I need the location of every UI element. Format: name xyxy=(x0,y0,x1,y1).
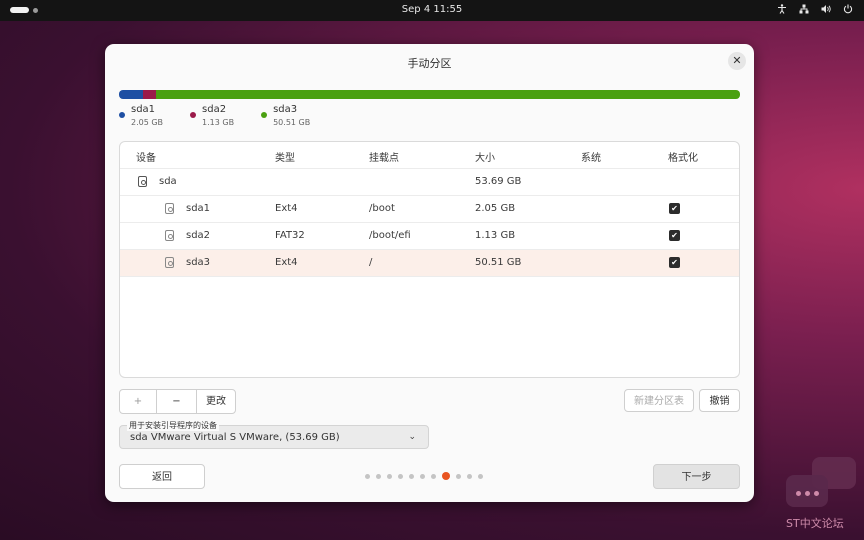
legend-swatch-sda3 xyxy=(261,112,268,118)
watermark-dot xyxy=(796,491,801,496)
legend-item-sda1: sda1 2.05 GB xyxy=(119,104,163,128)
page-dot xyxy=(398,473,403,479)
clock[interactable]: Sep 4 11:55 xyxy=(0,4,864,15)
top-bar: Sep 4 11:55 xyxy=(0,0,864,21)
row-mount: / xyxy=(369,257,373,268)
table-row-disk[interactable]: sda 53.69 GB xyxy=(120,169,739,196)
format-checkbox[interactable]: ✔ xyxy=(669,203,680,214)
page-dot xyxy=(431,473,436,479)
legend-item-sda3: sda3 50.51 GB xyxy=(261,104,310,128)
legend-size: 1.13 GB xyxy=(202,118,235,127)
volume-icon[interactable] xyxy=(820,4,832,17)
page-dot xyxy=(376,473,381,479)
legend-name: sda1 xyxy=(131,104,156,115)
partition-icon xyxy=(165,203,174,214)
disk-icon xyxy=(138,176,147,187)
dialog-title: 手动分区 xyxy=(407,57,452,70)
row-type: Ext4 xyxy=(275,257,298,268)
chevron-down-icon: ⌄ xyxy=(408,432,416,442)
next-button[interactable]: 下一步 xyxy=(653,464,740,489)
column-format: 格式化 xyxy=(668,153,698,164)
row-size: 1.13 GB xyxy=(475,230,516,241)
revert-button[interactable]: 撤销 xyxy=(699,389,740,412)
add-partition-button[interactable]: + xyxy=(120,390,157,413)
watermark-dot xyxy=(814,491,819,496)
row-device: sda xyxy=(159,176,177,187)
disk-usage-bar xyxy=(119,90,740,99)
row-size: 2.05 GB xyxy=(475,203,516,214)
partition-toolbar: + − 更改 xyxy=(119,389,236,414)
legend-size: 2.05 GB xyxy=(131,118,164,127)
new-partition-table-button[interactable]: 新建分区表 xyxy=(624,389,694,412)
legend-swatch-sda1 xyxy=(119,112,125,118)
remove-partition-button[interactable]: − xyxy=(157,390,197,413)
close-icon: ✕ xyxy=(732,54,742,67)
power-icon[interactable] xyxy=(842,4,854,17)
column-device: 设备 xyxy=(136,153,156,164)
back-button[interactable]: 返回 xyxy=(119,464,205,489)
column-size: 大小 xyxy=(475,153,495,164)
page-dot xyxy=(456,473,461,479)
row-mount: /boot xyxy=(369,203,395,214)
legend-name: sda3 xyxy=(273,104,298,115)
watermark-text: ST中文论坛 xyxy=(786,517,844,530)
column-mount: 挂载点 xyxy=(369,153,399,164)
usage-segment-sda1 xyxy=(119,90,143,99)
page-dot-current xyxy=(442,472,450,480)
manual-partition-dialog: 手动分区 ✕ sda1 2.05 GB sda2 1.13 GB sda3 50… xyxy=(105,44,754,502)
table-row[interactable]: sda1 Ext4 /boot 2.05 GB ✔ xyxy=(120,196,739,223)
close-button[interactable]: ✕ xyxy=(728,52,746,70)
page-dot xyxy=(387,473,392,479)
table-row-selected[interactable]: sda3 Ext4 / 50.51 GB ✔ xyxy=(120,250,739,277)
accessibility-icon[interactable] xyxy=(776,4,788,17)
change-partition-button[interactable]: 更改 xyxy=(197,390,235,413)
page-dot xyxy=(365,473,370,479)
bootloader-device-select[interactable]: 用于安装引导程序的设备 sda VMware Virtual S VMware,… xyxy=(119,421,429,449)
table-header: 设备 类型 挂载点 大小 系统 格式化 xyxy=(120,142,739,169)
partition-icon xyxy=(165,230,174,241)
row-size: 50.51 GB xyxy=(475,257,522,268)
bootloader-label: 用于安装引导程序的设备 xyxy=(127,421,219,431)
row-mount: /boot/efi xyxy=(369,230,411,241)
partition-icon xyxy=(165,257,174,268)
usage-segment-sda3 xyxy=(155,90,740,99)
system-tray[interactable] xyxy=(776,4,854,17)
usage-legend: sda1 2.05 GB sda2 1.13 GB sda3 50.51 GB xyxy=(119,104,337,128)
row-device: sda2 xyxy=(186,230,211,241)
row-device: sda3 xyxy=(186,257,211,268)
row-type: Ext4 xyxy=(275,203,298,214)
row-device: sda1 xyxy=(186,203,211,214)
forum-watermark: ST中文论坛 xyxy=(784,455,860,535)
bootloader-value: sda VMware Virtual S VMware, (53.69 GB) xyxy=(130,432,340,443)
legend-swatch-sda2 xyxy=(190,112,197,118)
row-type: FAT32 xyxy=(275,230,305,241)
legend-name: sda2 xyxy=(202,104,227,115)
column-system: 系统 xyxy=(581,153,601,164)
network-icon[interactable] xyxy=(798,4,810,17)
table-row[interactable]: sda2 FAT32 /boot/efi 1.13 GB ✔ xyxy=(120,223,739,250)
page-dot xyxy=(467,473,472,479)
legend-size: 50.51 GB xyxy=(273,118,311,127)
format-checkbox[interactable]: ✔ xyxy=(669,230,680,241)
watermark-dot xyxy=(805,491,810,496)
page-dot xyxy=(420,473,425,479)
page-dot xyxy=(478,473,483,479)
usage-segment-sda2 xyxy=(142,90,156,99)
legend-item-sda2: sda2 1.13 GB xyxy=(190,104,234,128)
page-indicator xyxy=(365,472,489,480)
format-checkbox[interactable]: ✔ xyxy=(669,257,680,268)
column-type: 类型 xyxy=(275,153,295,164)
row-size: 53.69 GB xyxy=(475,176,522,187)
page-dot xyxy=(409,473,414,479)
partition-table: 设备 类型 挂载点 大小 系统 格式化 sda 53.69 GB sda1 Ex… xyxy=(119,141,740,378)
